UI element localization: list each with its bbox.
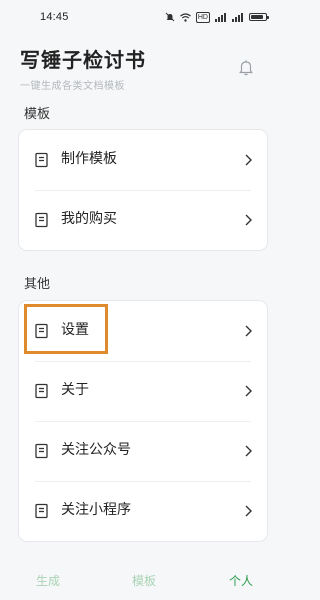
chevron-right-icon — [245, 214, 252, 226]
menu-item-label: 关注小程序 — [61, 502, 131, 518]
tab-templates[interactable]: 模板 — [114, 572, 174, 589]
status-icons: HD — [165, 10, 269, 24]
menu-item-my-purchases[interactable]: 我的购买 — [19, 190, 267, 250]
chevron-right-icon — [245, 505, 252, 517]
signal-icon-1 — [215, 12, 227, 22]
menu-item-follow-official-account[interactable]: 关注公众号 — [19, 421, 267, 481]
wifi-icon — [180, 12, 191, 22]
chevron-right-icon — [245, 385, 252, 397]
menu-item-label: 我的购买 — [61, 211, 117, 227]
section-title-templates: 模板 — [24, 107, 51, 122]
signal-icon-2 — [232, 12, 244, 22]
document-icon — [35, 152, 48, 168]
menu-item-settings[interactable]: 设置 — [19, 301, 267, 361]
tab-personal[interactable]: 个人 — [211, 572, 271, 589]
status-bar: 14:45 HD — [0, 0, 289, 36]
status-time: 14:45 — [40, 11, 69, 23]
hd-badge: HD — [195, 11, 210, 23]
tab-generate[interactable]: 生成 — [18, 572, 78, 589]
other-card: 设置 关于 关注公众号 关注小程序 — [18, 300, 268, 542]
menu-item-make-template[interactable]: 制作模板 — [19, 130, 267, 190]
page-title: 写锤子检讨书 — [20, 48, 146, 72]
menu-item-label: 关于 — [61, 382, 89, 398]
menu-item-follow-mini-program[interactable]: 关注小程序 — [19, 481, 267, 541]
bottom-nav: 生成 模板 个人 — [0, 562, 289, 600]
menu-item-about[interactable]: 关于 — [19, 361, 267, 421]
battery-icon — [249, 13, 269, 21]
document-icon — [35, 443, 48, 459]
menu-item-label: 设置 — [61, 322, 89, 338]
chevron-right-icon — [245, 445, 252, 457]
chevron-right-icon — [245, 154, 252, 166]
bell-icon — [239, 59, 253, 75]
mute-bell-icon — [165, 12, 175, 22]
notification-button[interactable] — [236, 57, 256, 77]
chevron-right-icon — [245, 325, 252, 337]
document-icon — [35, 323, 48, 339]
page-subtitle: 一键生成各类文档模板 — [20, 81, 125, 92]
document-icon — [35, 212, 48, 228]
battery-level — [251, 15, 263, 19]
document-icon — [35, 383, 48, 399]
section-title-other: 其他 — [24, 277, 51, 292]
templates-card: 制作模板 我的购买 — [18, 129, 268, 251]
document-icon — [35, 503, 48, 519]
menu-item-label: 制作模板 — [61, 151, 117, 167]
menu-item-label: 关注公众号 — [61, 442, 131, 458]
